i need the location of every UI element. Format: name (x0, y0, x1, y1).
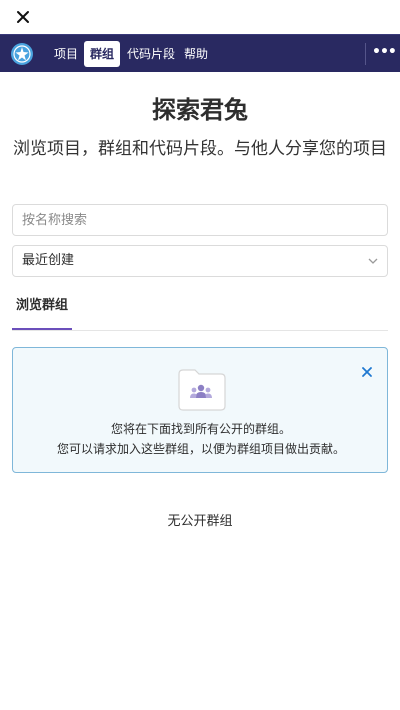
page-title: 探索君兔 (152, 96, 248, 124)
chevron-down-icon (368, 258, 378, 264)
close-icon (17, 11, 29, 23)
more-menu-button[interactable]: ••• (372, 41, 397, 67)
sort-dropdown-value: 最近创建 (22, 253, 75, 268)
dismiss-alert-button[interactable] (357, 362, 377, 382)
info-text-line-1: 您将在下面找到所有公开的群组。 (110, 422, 291, 436)
page-subtitle: 浏览项目，群组和代码片段。与他人分享您的项目 (13, 139, 387, 159)
nav-item-snippets[interactable]: 代码片段 (121, 41, 181, 67)
nav-item-help[interactable]: 帮助 (178, 41, 214, 67)
tab-browse-groups[interactable]: 浏览群组 (12, 296, 72, 330)
nav-divider (365, 43, 366, 65)
tabs-divider (12, 330, 388, 331)
top-bar (0, 0, 400, 34)
empty-state-text: 无公开群组 (167, 514, 233, 529)
close-button[interactable] (10, 4, 36, 30)
main-navbar: 项目 群组 代码片段 帮助 ••• (0, 34, 400, 72)
group-folder-icon (178, 369, 226, 411)
nav-item-projects[interactable]: 项目 (48, 41, 84, 67)
info-text-line-2: 您可以请求加入这些群组，以便为群组项目做出贡献。 (56, 442, 345, 456)
sort-dropdown[interactable]: 最近创建 (12, 245, 388, 277)
nav-item-groups[interactable]: 群组 (84, 41, 121, 67)
groups-info-alert: 您将在下面找到所有公开的群组。 您可以请求加入这些群组，以便为群组项目做出贡献。 (12, 347, 388, 473)
gitee-logo-icon[interactable] (10, 42, 34, 66)
close-icon (362, 367, 372, 377)
search-input[interactable] (12, 204, 388, 236)
